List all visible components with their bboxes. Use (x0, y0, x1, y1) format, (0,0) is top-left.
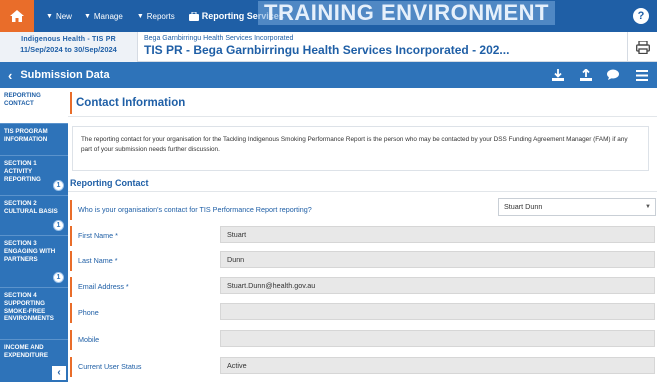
page-title: Contact Information (70, 92, 185, 114)
contact-question-label: Who is your organisation's contact for T… (70, 200, 312, 220)
field-label: Email Address * (70, 277, 129, 297)
manage-menu[interactable]: ▼ Manage (84, 12, 123, 21)
organisation-name: Bega Garnbirringu Health Services Incorp… (144, 35, 294, 42)
reporting-contact-heading: Reporting Contact (70, 178, 149, 188)
section-sidebar: REPORTING CONTACT TIS PROGRAM INFORMATIO… (0, 88, 68, 382)
last-name-field[interactable]: Dunn (220, 251, 655, 268)
field-label: Last Name * (70, 251, 118, 271)
info-panel: The reporting contact for your organisat… (72, 126, 649, 171)
alert-badge: 1 (53, 180, 64, 191)
first-name-field[interactable]: Stuart (220, 226, 655, 243)
divider (68, 191, 657, 192)
phone-field[interactable] (220, 303, 655, 320)
email-field[interactable]: Stuart.Dunn@health.gov.au (220, 277, 655, 294)
reporting-period: 11/Sep/2024 to 30/Sep/2024 (20, 45, 117, 54)
hamburger-icon (636, 69, 648, 81)
reports-menu[interactable]: ▼ Reports (137, 12, 175, 21)
upload-button[interactable] (579, 67, 593, 83)
download-button[interactable] (551, 67, 565, 83)
contact-select[interactable]: Stuart Dunn ▼ (498, 198, 656, 216)
comments-button[interactable] (607, 67, 621, 83)
alert-badge: 1 (53, 220, 64, 231)
print-button[interactable] (627, 32, 657, 62)
training-environment-banner: TRAINING ENVIRONMENT (258, 1, 555, 25)
user-status-field[interactable]: Active (220, 357, 655, 374)
field-row-first-name: First Name * Stuart (70, 224, 657, 248)
field-row-phone: Phone (70, 301, 657, 325)
sidebar-item-reporting-contact[interactable]: REPORTING CONTACT (0, 88, 68, 124)
sidebar-item-section-1[interactable]: SECTION 1 ACTIVITY REPORTING 1 (0, 156, 68, 196)
caret-down-icon: ▼ (83, 12, 91, 20)
field-row-email: Email Address * Stuart.Dunn@health.gov.a… (70, 275, 657, 299)
comments-icon (607, 69, 619, 80)
context-header: Indigenous Health - TIS PR 11/Sep/2024 t… (0, 32, 657, 62)
submission-toolbar (551, 67, 649, 83)
submission-data-bar: ‹ Submission Data (0, 62, 657, 88)
contact-question-row: Who is your organisation's contact for T… (70, 198, 657, 222)
sidebar-item-section-4[interactable]: SECTION 4 SUPPORTING SMOKE-FREE ENVIRONM… (0, 288, 68, 340)
main-content: Contact Information The reporting contac… (68, 88, 657, 382)
printer-icon (635, 40, 650, 54)
program-name: Indigenous Health - TIS PR (21, 36, 116, 43)
submission-title: TIS PR - Bega Garnbirringu Health Servic… (144, 43, 510, 57)
download-icon (552, 69, 564, 81)
caret-down-icon: ▼ (46, 12, 53, 20)
home-button[interactable] (0, 0, 34, 32)
back-chevron-icon[interactable]: ‹ (8, 68, 12, 83)
program-panel: Indigenous Health - TIS PR 11/Sep/2024 t… (0, 32, 138, 62)
new-menu[interactable]: ▼ New (46, 12, 72, 21)
help-icon[interactable]: ? (633, 8, 649, 24)
menu-button[interactable] (635, 67, 649, 83)
mobile-field[interactable] (220, 330, 655, 347)
submission-heading: Bega Garnbirringu Health Services Incorp… (144, 35, 509, 57)
submission-data-label: Submission Data (20, 69, 110, 81)
field-row-last-name: Last Name * Dunn (70, 249, 657, 273)
caret-down-icon: ▼ (136, 12, 144, 20)
field-label: Mobile (70, 330, 99, 350)
sidebar-item-tis-program-information[interactable]: TIS PROGRAM INFORMATION (0, 124, 68, 156)
sidebar-item-section-3[interactable]: SECTION 3 ENGAGING WITH PARTNERS 1 (0, 236, 68, 288)
divider (68, 116, 657, 117)
caret-down-icon: ▼ (645, 204, 651, 210)
collapse-sidebar-button[interactable]: ‹ (52, 366, 66, 380)
field-label: First Name * (70, 226, 118, 246)
top-nav: ▼ New ▼ Manage ▼ Reports Reporting Services… (0, 0, 657, 32)
field-row-mobile: Mobile (70, 328, 657, 352)
home-icon (10, 10, 24, 22)
briefcase-icon (188, 11, 199, 21)
alert-badge: 1 (53, 272, 64, 283)
field-label: Phone (70, 303, 99, 323)
upload-icon (580, 69, 592, 81)
field-label: Current User Status (70, 357, 142, 377)
sidebar-item-section-2[interactable]: SECTION 2 CULTURAL BASIS 1 (0, 196, 68, 236)
field-row-user-status: Current User Status Active (70, 355, 657, 379)
